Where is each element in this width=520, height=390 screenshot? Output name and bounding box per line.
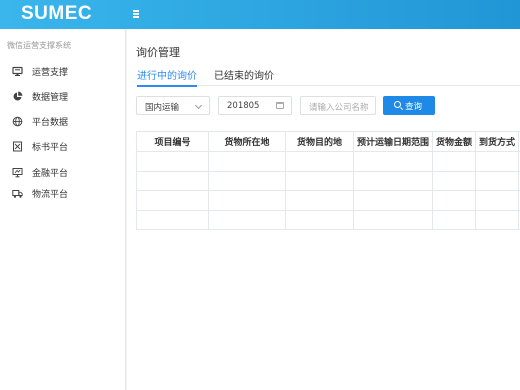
globe-icon: [12, 116, 23, 127]
sidebar: 微信运营支撑系统 运营支撑 数据管理 平台数据 标书平台 金融平台 物流平台: [0, 29, 126, 390]
transport-type-select[interactable]: 国内运输: [136, 96, 210, 115]
column-header[interactable]: 货物金额: [432, 131, 476, 152]
calendar-icon: [276, 102, 284, 109]
date-picker[interactable]: 201805: [218, 96, 292, 115]
sidebar-item-label: 平台数据: [32, 118, 69, 128]
column-header[interactable]: 项目编号: [136, 131, 209, 152]
truck-icon: [12, 190, 23, 198]
query-button[interactable]: 查询: [383, 96, 435, 115]
tab-ended-inquiries[interactable]: 已结束的询价: [214, 67, 274, 86]
table-row: [136, 151, 520, 172]
sidebar-item-finance[interactable]: 金融平台: [0, 162, 126, 182]
search-icon: [394, 101, 401, 108]
column-header[interactable]: 货物目的地: [285, 131, 354, 152]
sidebar-item-label: 数据管理: [32, 93, 69, 103]
chevron-down-icon: [194, 101, 203, 110]
sidebar-item-data-management[interactable]: 数据管理: [0, 86, 126, 106]
column-header[interactable]: 预计运输日期范围: [353, 131, 433, 152]
table-header-row: 项目编号 货物所在地 货物目的地 预计运输日期范围 货物金额 到货方式 操作: [136, 131, 520, 152]
company-name-placeholder: 请输入公司名称: [309, 103, 369, 113]
tab-bar: 进行中的询价 已结束的询价: [136, 64, 520, 87]
sidebar-title: 微信运营支撑系统: [7, 41, 71, 50]
hamburger-icon[interactable]: [130, 7, 142, 21]
sidebar-item-bidding[interactable]: 标书平台: [0, 136, 126, 156]
query-button-label: 查询: [405, 102, 423, 112]
sidebar-item-label: 金融平台: [32, 169, 69, 179]
company-name-input[interactable]: 请输入公司名称: [300, 96, 376, 115]
screen-icon: [12, 168, 23, 178]
table-row: [136, 190, 520, 211]
sidebar-item-platform-data[interactable]: 平台数据: [0, 111, 126, 131]
top-bar: SUMEC: [0, 0, 520, 29]
date-value: 201805: [227, 101, 260, 111]
main-content: 询价管理 进行中的询价 已结束的询价 国内运输 201805 请输入公司名称 查…: [127, 29, 520, 390]
sidebar-item-label: 标书平台: [32, 143, 69, 153]
transport-type-value: 国内运输: [145, 103, 180, 113]
pie-chart-icon: [13, 91, 23, 101]
monitor-icon: [12, 66, 23, 76]
column-header[interactable]: 货物所在地: [208, 131, 286, 152]
tab-ongoing-inquiries[interactable]: 进行中的询价: [137, 67, 197, 87]
sidebar-item-label: 物流平台: [32, 190, 69, 200]
sidebar-item-logistics[interactable]: 物流平台: [0, 183, 126, 203]
page-title: 询价管理: [136, 46, 180, 59]
table-row: [136, 209, 520, 230]
table-row: [136, 170, 520, 191]
document-icon: [13, 141, 22, 152]
inquiry-table: 项目编号 货物所在地 货物目的地 预计运输日期范围 货物金额 到货方式 操作: [136, 131, 520, 231]
column-header[interactable]: 到货方式: [475, 131, 519, 152]
logo: SUMEC: [21, 3, 93, 24]
sidebar-item-label: 运营支撑: [32, 68, 69, 78]
sidebar-item-operations[interactable]: 运营支撑: [0, 61, 126, 81]
